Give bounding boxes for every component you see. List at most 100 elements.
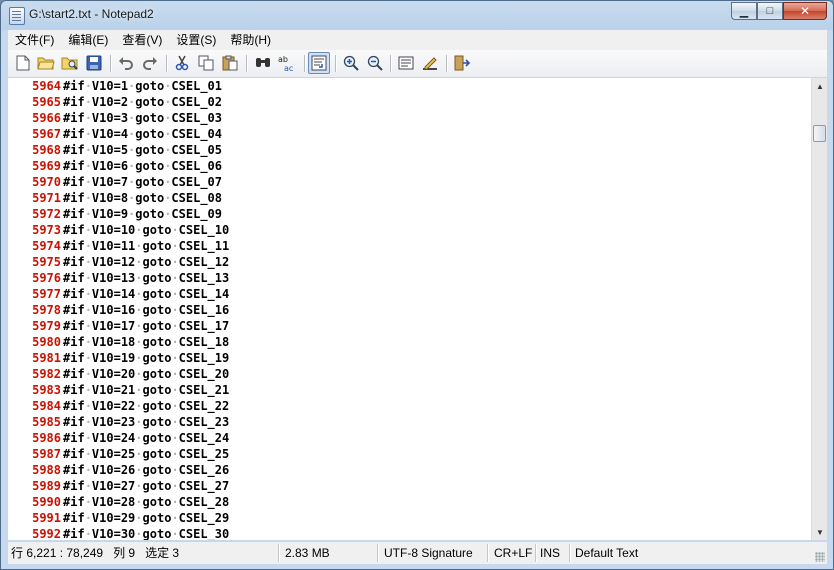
editor-line[interactable]: 5973 #if·V10=10·goto·CSEL_10 [8,222,811,238]
editor-line[interactable]: 5989 #if·V10=27·goto·CSEL_27 [8,478,811,494]
text-editor[interactable]: 5964 #if·V10=1·goto·CSEL_01 5965 #if·V10=2·… [8,78,811,540]
line-text[interactable]: #if·V10=28·goto·CSEL_28 [61,495,229,509]
open-file-button[interactable] [37,54,55,72]
browse-button[interactable] [61,54,79,72]
menu-settings[interactable]: 设置(S) [169,30,223,50]
line-text[interactable]: #if·V10=1·goto·CSEL_01 [61,79,222,93]
line-text[interactable]: #if·V10=4·goto·CSEL_04 [61,127,222,141]
line-text[interactable]: #if·V10=22·goto·CSEL_22 [61,399,229,413]
line-text[interactable]: #if·V10=6·goto·CSEL_06 [61,159,222,173]
editor-line[interactable]: 5969 #if·V10=6·goto·CSEL_06 [8,158,811,174]
line-text[interactable]: #if·V10=26·goto·CSEL_26 [61,463,229,477]
word-wrap-button[interactable] [308,52,330,74]
line-text[interactable]: #if·V10=14·goto·CSEL_14 [61,287,229,301]
undo-button[interactable] [117,54,135,72]
menu-edit[interactable]: 编辑(E) [61,30,115,50]
editor-line[interactable]: 5977 #if·V10=14·goto·CSEL_14 [8,286,811,302]
editor-line[interactable]: 5964 #if·V10=1·goto·CSEL_01 [8,78,811,94]
zoom-out-button[interactable] [366,54,384,72]
line-text[interactable]: #if·V10=25·goto·CSEL_25 [61,447,229,461]
line-text[interactable]: #if·V10=17·goto·CSEL_17 [61,319,229,333]
scroll-down-arrow-icon[interactable]: ▼ [812,524,828,540]
editor-line[interactable]: 5971 #if·V10=8·goto·CSEL_08 [8,190,811,206]
editor-line[interactable]: 5986 #if·V10=24·goto·CSEL_24 [8,430,811,446]
editor-line[interactable]: 5981 #if·V10=19·goto·CSEL_19 [8,350,811,366]
line-text[interactable]: #if·V10=16·goto·CSEL_16 [61,303,229,317]
line-text[interactable]: #if·V10=21·goto·CSEL_21 [61,383,229,397]
title-bar[interactable]: G:\start2.txt - Notepad2 ▁ □ ✕ [1,1,833,29]
editor-line[interactable]: 5982 #if·V10=20·goto·CSEL_20 [8,366,811,382]
editor-line[interactable]: 5968 #if·V10=5·goto·CSEL_05 [8,142,811,158]
find-button[interactable] [254,54,272,72]
line-text[interactable]: #if·V10=20·goto·CSEL_20 [61,367,229,381]
line-text[interactable]: #if·V10=18·goto·CSEL_18 [61,335,229,349]
editor-line[interactable]: 5992 #if·V10=30·goto·CSEL_30 [8,526,811,540]
menu-file[interactable]: 文件(F) [8,30,61,50]
line-text[interactable]: #if·V10=8·goto·CSEL_08 [61,191,222,205]
line-text[interactable]: #if·V10=9·goto·CSEL_09 [61,207,222,221]
new-file-button[interactable] [14,54,32,72]
line-text[interactable]: #if·V10=11·goto·CSEL_11 [61,239,229,253]
editor-line[interactable]: 5975 #if·V10=12·goto·CSEL_12 [8,254,811,270]
line-text[interactable]: #if·V10=29·goto·CSEL_29 [61,511,229,525]
menu-view[interactable]: 查看(V) [115,30,169,50]
exit-button[interactable] [453,54,471,72]
line-text[interactable]: #if·V10=3·goto·CSEL_03 [61,111,222,125]
line-text[interactable]: #if·V10=12·goto·CSEL_12 [61,255,229,269]
scroll-up-arrow-icon[interactable]: ▲ [812,78,828,94]
menu-help[interactable]: 帮助(H) [223,30,278,50]
line-text[interactable]: #if·V10=24·goto·CSEL_24 [61,431,229,445]
zoom-in-button[interactable] [342,54,360,72]
redo-button[interactable] [141,54,159,72]
editor-line[interactable]: 5966 #if·V10=3·goto·CSEL_03 [8,110,811,126]
line-text[interactable]: #if·V10=23·goto·CSEL_23 [61,415,229,429]
editor-line[interactable]: 5965 #if·V10=2·goto·CSEL_02 [8,94,811,110]
resize-grip-icon[interactable] [815,552,825,562]
status-encoding[interactable]: UTF-8 Signature [384,542,473,564]
scrollbar-thumb[interactable] [813,125,826,142]
line-text[interactable]: #if·V10=2·goto·CSEL_02 [61,95,222,109]
editor-line[interactable]: 5984 #if·V10=22·goto·CSEL_22 [8,398,811,414]
minimize-button[interactable]: ▁ [731,2,757,20]
copy-button[interactable] [197,54,215,72]
line-number: 5985 [32,415,61,429]
line-text[interactable]: #if·V10=27·goto·CSEL_27 [61,479,229,493]
editor-line[interactable]: 5985 #if·V10=23·goto·CSEL_23 [8,414,811,430]
maximize-button[interactable]: □ [757,2,783,20]
editor-line[interactable]: 5988 #if·V10=26·goto·CSEL_26 [8,462,811,478]
close-button[interactable]: ✕ [783,2,827,20]
status-eol[interactable]: CR+LF [494,542,532,564]
editor-line[interactable]: 5983 #if·V10=21·goto·CSEL_21 [8,382,811,398]
status-scheme[interactable]: Default Text [575,542,638,564]
view-scheme-button[interactable] [397,54,415,72]
editor-line[interactable]: 5991 #if·V10=29·goto·CSEL_29 [8,510,811,526]
vertical-scrollbar[interactable]: ▲ ▼ [811,78,827,540]
save-button[interactable] [85,54,103,72]
line-text[interactable]: #if·V10=5·goto·CSEL_05 [61,143,222,157]
cut-button[interactable] [173,54,191,72]
line-text[interactable]: #if·V10=19·goto·CSEL_19 [61,351,229,365]
customize-scheme-button[interactable] [421,54,439,72]
close-icon: ✕ [799,4,811,18]
caption-buttons: ▁ □ ✕ [731,2,827,21]
paste-button[interactable] [221,54,239,72]
editor-line[interactable]: 5974 #if·V10=11·goto·CSEL_11 [8,238,811,254]
editor-line[interactable]: 5970 #if·V10=7·goto·CSEL_07 [8,174,811,190]
editor-line[interactable]: 5967 #if·V10=4·goto·CSEL_04 [8,126,811,142]
line-text[interactable]: #if·V10=30·goto·CSEL_30 [61,527,229,540]
line-text[interactable]: #if·V10=7·goto·CSEL_07 [61,175,222,189]
editor-line[interactable]: 5980 #if·V10=18·goto·CSEL_18 [8,334,811,350]
status-insert-mode[interactable]: INS [540,542,560,564]
notepad-app-icon[interactable] [9,7,25,25]
editor-line[interactable]: 5978 #if·V10=16·goto·CSEL_16 [8,302,811,318]
view-scheme-icon [398,56,414,70]
editor-line[interactable]: 5979 #if·V10=17·goto·CSEL_17 [8,318,811,334]
line-text[interactable]: #if·V10=10·goto·CSEL_10 [61,223,229,237]
editor-line[interactable]: 5990 #if·V10=28·goto·CSEL_28 [8,494,811,510]
editor-line[interactable]: 5972 #if·V10=9·goto·CSEL_09 [8,206,811,222]
editor-line[interactable]: 5976 #if·V10=13·goto·CSEL_13 [8,270,811,286]
line-number: 5983 [32,383,61,397]
replace-button[interactable]: ab ac [278,54,296,72]
line-text[interactable]: #if·V10=13·goto·CSEL_13 [61,271,229,285]
editor-line[interactable]: 5987 #if·V10=25·goto·CSEL_25 [8,446,811,462]
